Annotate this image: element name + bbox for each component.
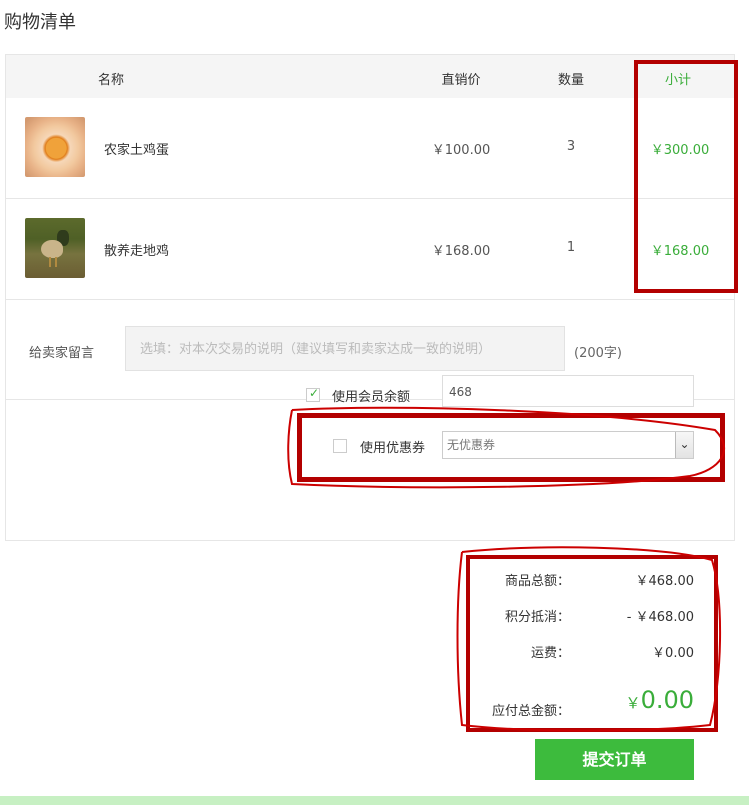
table-header: 名称 直销价 数量 小计 (6, 55, 734, 98)
points-value: - ￥468.00 (626, 610, 694, 625)
check-icon: ✓ (309, 386, 320, 400)
balance-row: ✓ 使用会员余额 468 (300, 375, 720, 415)
coupon-row: 使用优惠券 无优惠券 ⌄ (327, 430, 727, 460)
coupon-select[interactable]: 无优惠券 ⌄ (442, 431, 694, 459)
product-quantity: 3 (566, 139, 576, 154)
coupon-label: 使用优惠券 (360, 441, 426, 456)
balance-input[interactable]: 468 (442, 375, 694, 407)
goods-total-value: ￥468.00 (635, 574, 695, 589)
product-price: ￥168.00 (431, 244, 491, 259)
goods-total-label: 商品总额： (504, 574, 570, 589)
order-summary: 商品总额： ￥468.00 积分抵消： - ￥468.00 运费： ￥0.00 … (470, 560, 710, 730)
chicken-image[interactable] (25, 218, 85, 278)
shipping-value: ￥0.00 (652, 646, 694, 661)
page-title: 购物清单 (4, 12, 76, 33)
payable-value: ￥0.00 (626, 686, 694, 714)
table-row: 农家土鸡蛋 ￥100.00 3 ￥300.00 (6, 98, 734, 199)
table-row: 散养走地鸡 ￥168.00 1 ￥168.00 (6, 199, 734, 300)
chevron-down-icon[interactable]: ⌄ (675, 432, 693, 458)
header-price: 直销价 (441, 73, 481, 88)
chicken-legs-shape (49, 257, 57, 267)
footer-bar (0, 796, 749, 805)
product-price: ￥100.00 (431, 143, 491, 158)
header-name: 名称 (97, 73, 124, 88)
shipping-label: 运费： (530, 646, 570, 661)
payable-label: 应付总金额： (491, 704, 570, 719)
message-input[interactable]: 选填：对本次交易的说明（建议填写和卖家达成一致的说明） (125, 326, 565, 371)
payable-currency: ￥ (625, 694, 641, 712)
message-label: 给卖家留言 (29, 346, 95, 361)
payable-amount: 0.00 (640, 686, 694, 714)
product-subtotal: ￥168.00 (650, 244, 710, 259)
chicken-body-shape (41, 240, 63, 258)
product-quantity: 1 (566, 240, 576, 255)
cart-table: 名称 直销价 数量 小计 农家土鸡蛋 ￥100.00 3 ￥300.00 散养走… (5, 54, 735, 541)
balance-checkbox[interactable]: ✓ (306, 386, 320, 402)
coupon-selected-value: 无优惠券 (447, 438, 496, 452)
balance-label: 使用会员余额 (332, 390, 411, 405)
product-subtotal: ￥300.00 (650, 143, 710, 158)
points-label: 积分抵消： (504, 610, 570, 625)
coupon-checkbox[interactable] (333, 439, 347, 453)
submit-order-button[interactable]: 提交订单 (535, 739, 694, 780)
product-name[interactable]: 散养走地鸡 (104, 240, 169, 259)
message-limit: (200字) (574, 346, 622, 361)
product-name[interactable]: 农家土鸡蛋 (104, 139, 169, 158)
egg-image[interactable] (25, 117, 85, 177)
header-subtotal: 小计 (664, 73, 691, 88)
header-quantity: 数量 (557, 73, 584, 88)
